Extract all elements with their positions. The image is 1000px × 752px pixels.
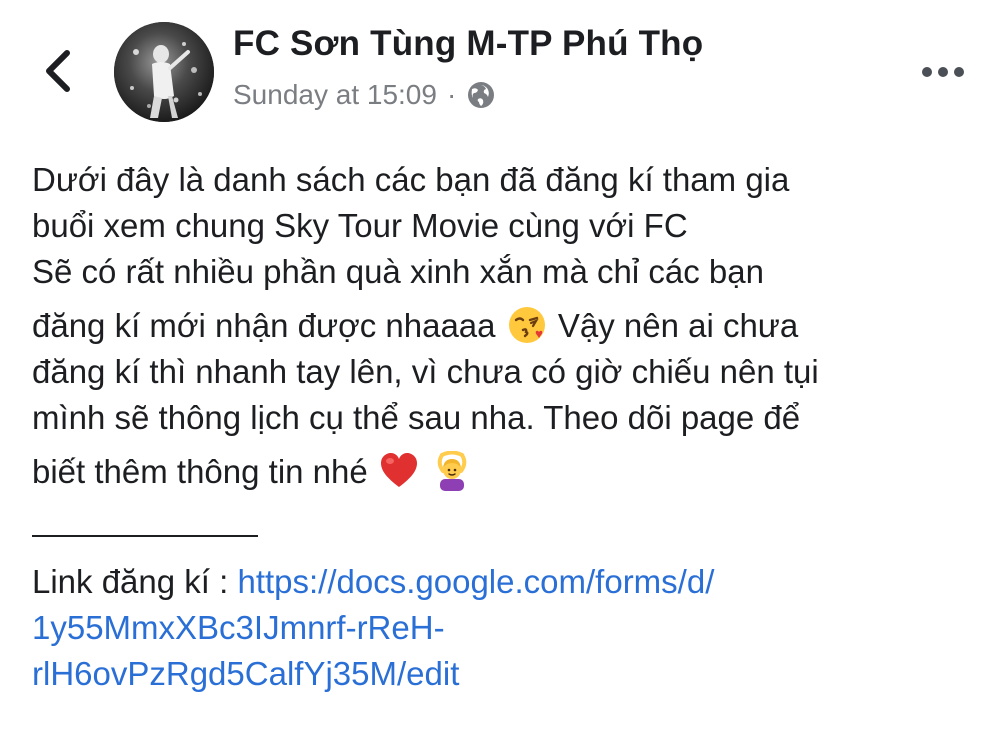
meta-separator: · <box>446 79 457 110</box>
more-horizontal-icon <box>922 67 964 77</box>
avatar-image <box>114 22 214 122</box>
post-text-line: Dưới đây là danh sách các bạn đã đăng kí… <box>32 161 790 198</box>
post-body: Dưới đây là danh sách các bạn đã đăng kí… <box>32 157 982 697</box>
registration-link-line: Link đăng kí : https://docs.google.com/f… <box>32 559 982 605</box>
divider <box>32 535 258 537</box>
post-text-segment: Vậy nên ai chưa <box>557 307 799 344</box>
post-text-line: đăng kí thì nhanh tay lên, vì chưa có gi… <box>32 353 819 390</box>
post-timestamp[interactable]: Sunday at 15:09 <box>233 79 437 111</box>
chevron-left-icon <box>46 50 70 92</box>
registration-link[interactable]: rlH6ovPzRgd5CalfYj35M/edit <box>32 655 459 692</box>
red-heart-icon <box>379 451 419 491</box>
back-button[interactable] <box>30 38 86 104</box>
post-text-line-with-emoji: đăng kí mới nhận được nhaaaa Vậy nên ai … <box>32 303 982 349</box>
link-label: Link đăng kí : <box>32 563 229 600</box>
face-blowing-kiss-icon <box>507 305 547 345</box>
post-text-segment: đăng kí mới nhận được nhaaaa <box>32 307 496 344</box>
post-text-line: buổi xem chung Sky Tour Movie cùng với F… <box>32 207 688 244</box>
post-text-line: Sẽ có rất nhiều phần quà xinh xắn mà chỉ… <box>32 253 764 290</box>
post-header: FC Sơn Tùng M-TP Phú Thọ Sunday at 15:09… <box>0 0 1000 140</box>
person-gesturing-ok-icon <box>432 450 472 491</box>
post-text-segment: biết thêm thông tin nhé <box>32 453 368 490</box>
post-meta: Sunday at 15:09 · <box>233 76 496 114</box>
more-options-button[interactable] <box>908 52 978 92</box>
registration-link[interactable]: https://docs.google.com/forms/d/ <box>237 563 714 600</box>
page-avatar[interactable] <box>114 22 214 122</box>
globe-icon[interactable] <box>466 80 496 110</box>
registration-link-line: rlH6ovPzRgd5CalfYj35M/edit <box>32 651 982 697</box>
registration-link[interactable]: 1y55MmxXBc3IJmnrf-rReH- <box>32 609 445 646</box>
page-name[interactable]: FC Sơn Tùng M-TP Phú Thọ <box>233 24 703 64</box>
post-text-line: mình sẽ thông lịch cụ thể sau nha. Theo … <box>32 399 801 436</box>
post-text-line-with-emoji: biết thêm thông tin nhé <box>32 449 982 495</box>
registration-link-line: 1y55MmxXBc3IJmnrf-rReH- <box>32 605 982 651</box>
